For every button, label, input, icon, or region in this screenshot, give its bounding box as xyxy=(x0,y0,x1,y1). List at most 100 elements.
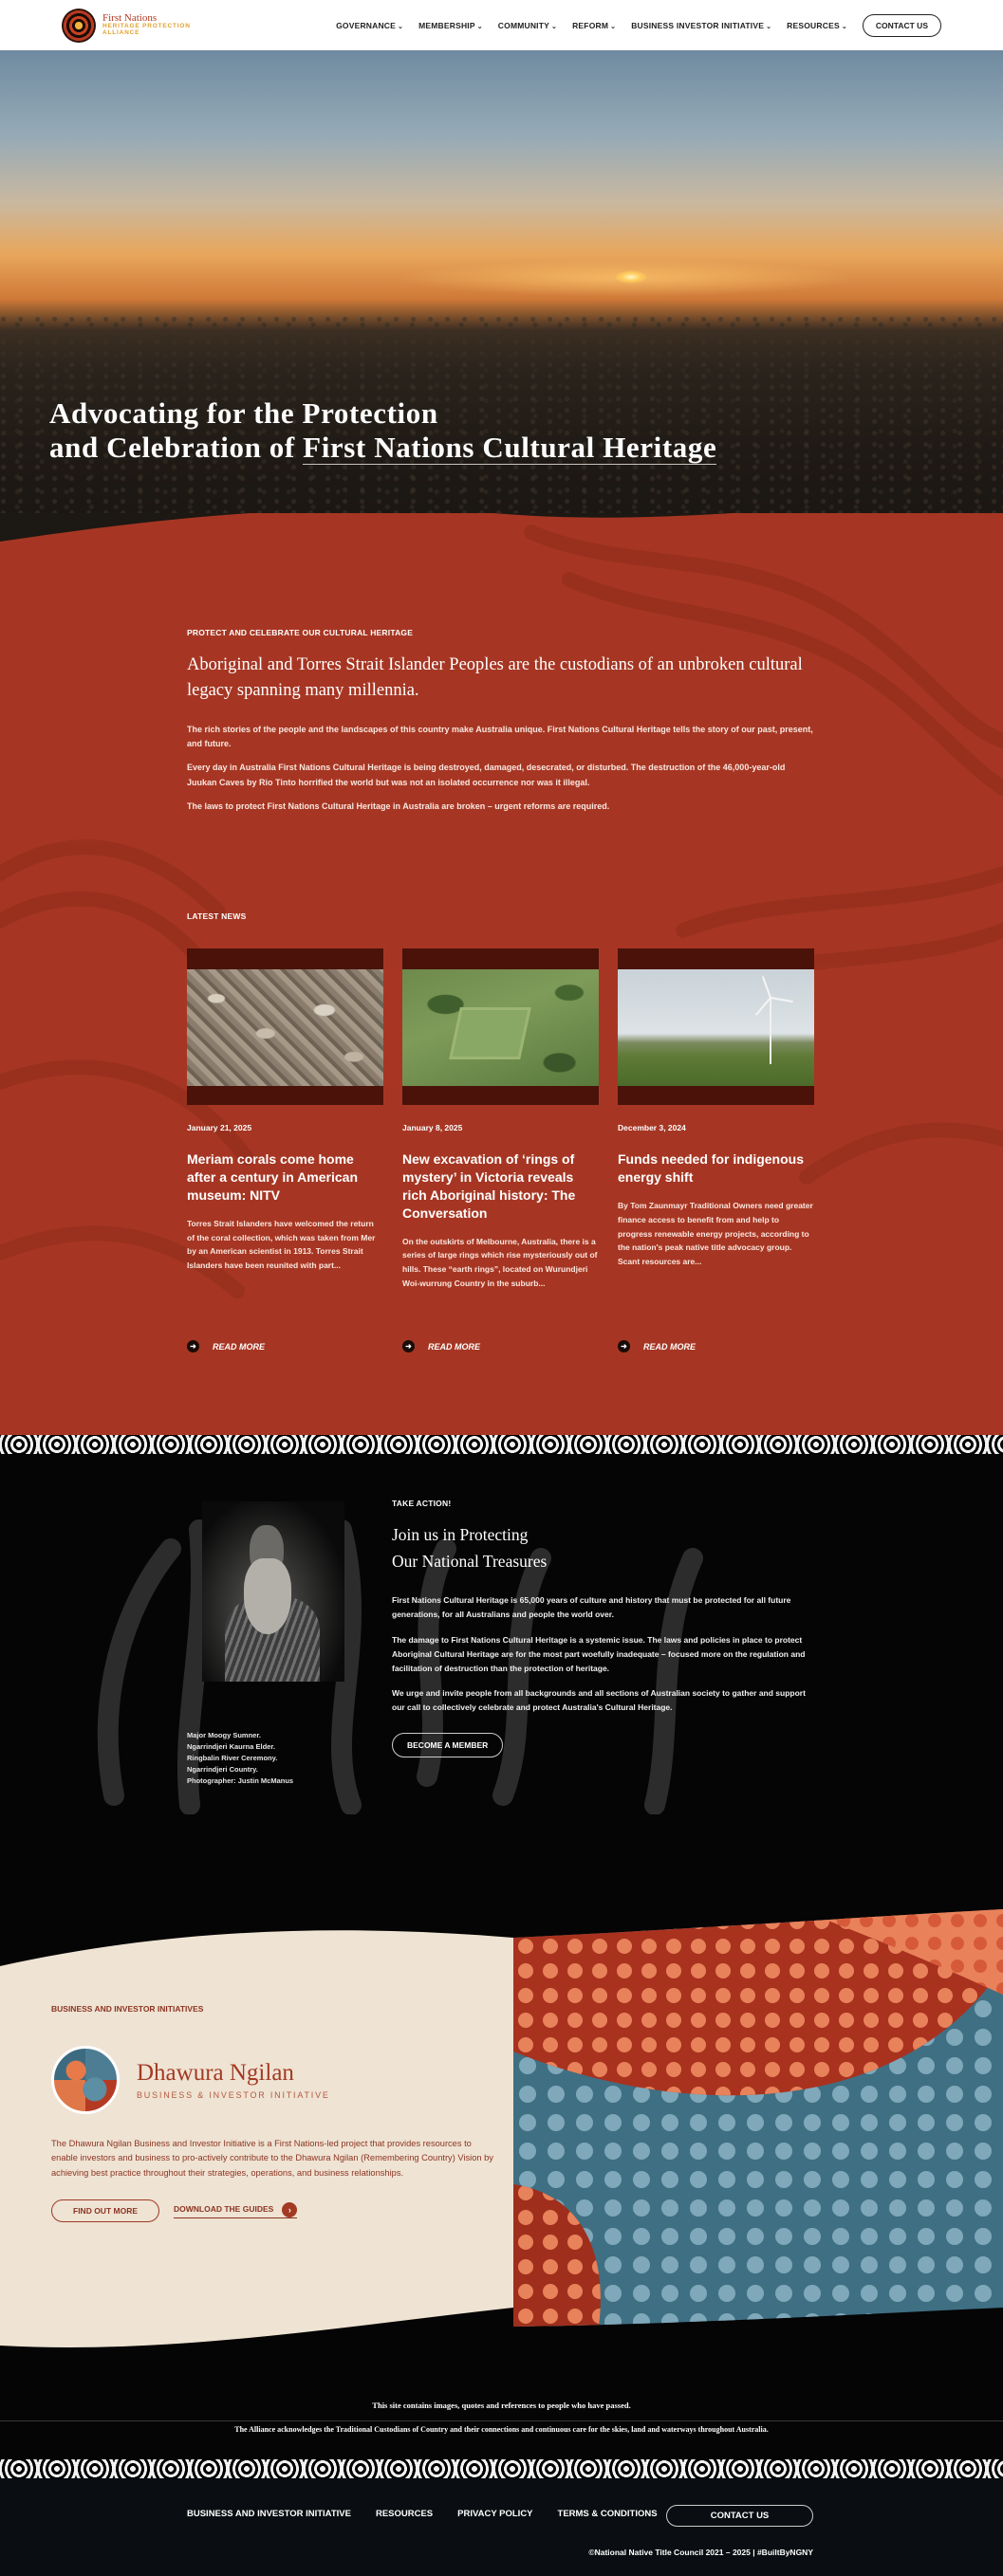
news-card-image[interactable] xyxy=(187,948,383,1105)
chevron-down-icon: ⌄ xyxy=(551,23,558,30)
take-action-title: Join us in Protecting Our National Treas… xyxy=(392,1521,809,1574)
dhawura-name: Dhawura Ngilan xyxy=(137,2060,294,2086)
footer-link-business-investor[interactable]: BUSINESS AND INVESTOR INITIATIVE xyxy=(187,2509,351,2519)
take-action-paragraph-3: We urge and invite people from all backg… xyxy=(392,1688,806,1713)
take-action-paragraph-1: First Nations Cultural Heritage is 65,00… xyxy=(392,1595,791,1619)
read-more-label: READ MORE xyxy=(213,1341,266,1352)
take-action-title-line-1: Join us in Protecting xyxy=(392,1525,529,1544)
read-more-link[interactable]: ➜ READ MORE xyxy=(187,1340,265,1352)
take-action-section: Major Moogy Sumner. Ngarrindjeri Kaurna … xyxy=(0,1435,1003,1909)
news-card-title[interactable]: Meriam corals come home after a century … xyxy=(187,1150,383,1205)
portrait-beard xyxy=(244,1558,291,1634)
site-footer: BUSINESS AND INVESTOR INITIATIVE RESOURC… xyxy=(0,2478,1003,2576)
cultural-pattern-strip xyxy=(0,2459,1003,2478)
footer-nav: BUSINESS AND INVESTOR INITIATIVE RESOURC… xyxy=(187,2509,682,2519)
nav-business-investor[interactable]: BUSINESS INVESTOR INITIATIVE ⌄ xyxy=(631,21,771,30)
nav-resources[interactable]: RESOURCES ⌄ xyxy=(787,21,847,30)
nav-governance[interactable]: GOVERNANCE ⌄ xyxy=(336,21,403,30)
elder-portrait-photo xyxy=(202,1501,344,1682)
find-out-more-button[interactable]: FIND OUT MORE xyxy=(51,2199,159,2222)
news-cards: January 21, 2025 Meriam corals come home… xyxy=(187,948,814,1291)
intro-lead: Aboriginal and Torres Strait Islander Pe… xyxy=(187,655,803,700)
logo-line-3: ALLIANCE xyxy=(102,29,140,37)
caption-line: Photographer: Justin McManus xyxy=(187,1776,294,1785)
intro-news-section: PROTECT AND CELEBRATE OUR CULTURAL HERIT… xyxy=(0,513,1003,1435)
nav-reform-label: REFORM xyxy=(572,20,609,30)
news-card-date: December 3, 2024 xyxy=(618,1123,686,1132)
caption-line: Ngarrindjeri Kaurna Elder. xyxy=(187,1742,275,1751)
read-more-link[interactable]: ➜ READ MORE xyxy=(402,1340,480,1352)
read-more-label: READ MORE xyxy=(643,1341,697,1352)
news-card[interactable]: January 21, 2025 Meriam corals come home… xyxy=(187,948,383,1291)
chevron-down-icon: ⌄ xyxy=(610,23,617,30)
take-action-title-line-2: Our National Treasures xyxy=(392,1552,548,1571)
dhawura-ngilan-logo: Dhawura Ngilan BUSINESS & INVESTOR INITI… xyxy=(51,2046,497,2114)
wind-turbine-tower xyxy=(770,998,771,1064)
header-contact-button[interactable]: CONTACT US xyxy=(862,13,941,37)
download-guides-link[interactable]: DOWNLOAD THE GUIDES › xyxy=(174,2202,298,2219)
news-card-image[interactable] xyxy=(618,948,814,1105)
site-header: First Nations HERITAGE PROTECTION ALLIAN… xyxy=(0,0,1003,50)
news-card-excerpt: On the outskirts of Melbourne, Australia… xyxy=(402,1236,598,1289)
news-card-title[interactable]: Funds needed for indigenous energy shift xyxy=(618,1150,814,1187)
earth-ring-shape xyxy=(449,1007,531,1059)
nav-business-investor-label: BUSINESS INVESTOR INITIATIVE xyxy=(631,20,765,30)
caption-line: Ringbalin River Ceremony. xyxy=(187,1754,278,1762)
intro-paragraph-3: The laws to protect First Nations Cultur… xyxy=(187,800,610,811)
news-card-date: January 21, 2025 xyxy=(187,1123,252,1132)
news-card-date: January 8, 2025 xyxy=(402,1123,463,1132)
footer-link-resources[interactable]: RESOURCES xyxy=(376,2509,433,2519)
notice-section: This site contains images, quotes and re… xyxy=(0,2364,1003,2478)
intro-kicker: PROTECT AND CELEBRATE OUR CULTURAL HERIT… xyxy=(187,628,414,637)
main-nav: GOVERNANCE ⌄ MEMBERSHIP ⌄ COMMUNITY ⌄ REFOR… xyxy=(336,13,941,37)
footer-contact-button[interactable]: CONTACT US xyxy=(666,2505,813,2527)
nav-reform[interactable]: REFORM ⌄ xyxy=(572,21,616,30)
take-action-content: TAKE ACTION! Join us in Protecting Our N… xyxy=(392,1499,809,1758)
turbine-blade xyxy=(761,976,771,999)
chevron-down-icon: ⌄ xyxy=(398,23,404,30)
dhawura-subtitle: BUSINESS & INVESTOR INITIATIVE xyxy=(137,2090,330,2100)
news-card[interactable]: January 8, 2025 New excavation of ‘rings… xyxy=(402,948,599,1291)
dhawura-emblem-icon xyxy=(51,2046,120,2114)
coral-collection-photo xyxy=(187,969,383,1086)
arrow-right-icon: ➜ xyxy=(402,1340,415,1352)
news-card-title[interactable]: New excavation of ‘rings of mystery’ in … xyxy=(402,1150,599,1223)
arrow-right-icon: ➜ xyxy=(187,1340,199,1352)
footer-link-terms[interactable]: TERMS & CONDITIONS xyxy=(558,2509,658,2519)
news-card-image[interactable] xyxy=(402,948,599,1105)
dot-painting-artwork xyxy=(513,1909,1003,2327)
read-more-link[interactable]: ➜ READ MORE xyxy=(618,1340,696,1352)
nav-community[interactable]: COMMUNITY ⌄ xyxy=(498,21,557,30)
acknowledgement-of-country: The Alliance acknowledges the Traditiona… xyxy=(234,2425,769,2434)
nav-membership[interactable]: MEMBERSHIP ⌄ xyxy=(418,21,483,30)
chevron-down-icon: ⌄ xyxy=(476,23,483,30)
intro-paragraph-1: The rich stories of the people and the l… xyxy=(187,724,813,748)
dhawura-wordmark: Dhawura Ngilan BUSINESS & INVESTOR INITI… xyxy=(137,2060,330,2100)
hero-title: Advocating for the Protection and Celebr… xyxy=(49,396,717,466)
photo-caption: Major Moogy Sumner. Ngarrindjeri Kaurna … xyxy=(187,1730,293,1787)
news-card-excerpt: By Tom Zaunmayr Traditional Owners need … xyxy=(618,1200,813,1267)
divider xyxy=(0,2420,1003,2421)
initiative-description: The Dhawura Ngilan Business and Investor… xyxy=(51,2139,493,2178)
hero-title-line-1: Advocating for the Protection xyxy=(49,396,438,430)
alliance-logo-icon xyxy=(62,8,96,43)
footer-link-privacy[interactable]: PRIVACY POLICY xyxy=(457,2509,532,2519)
arrow-right-icon: › xyxy=(282,2202,298,2218)
take-action-paragraph-2: The damage to First Nations Cultural Her… xyxy=(392,1634,806,1673)
cultural-pattern-strip xyxy=(0,1435,1003,1454)
become-member-button[interactable]: BECOME A MEMBER xyxy=(392,1733,504,1758)
hero-title-highlight: First Nations Cultural Heritage xyxy=(303,431,717,466)
caption-line: Major Moogy Sumner. xyxy=(187,1731,261,1739)
intro-paragraph-2: Every day in Australia First Nations Cul… xyxy=(187,763,786,787)
initiative-content: BUSINESS AND INVESTOR INITIATIVES Dhawur… xyxy=(51,2004,497,2222)
news-card[interactable]: December 3, 2024 Funds needed for indige… xyxy=(618,948,814,1291)
deceased-persons-warning: This site contains images, quotes and re… xyxy=(372,2401,631,2410)
site-logo[interactable]: First Nations HERITAGE PROTECTION ALLIAN… xyxy=(62,8,191,43)
arrow-right-icon: ➜ xyxy=(618,1340,630,1352)
wave-divider xyxy=(0,513,734,542)
initiative-kicker: BUSINESS AND INVESTOR INITIATIVES xyxy=(51,2004,204,2014)
download-guides-label: DOWNLOAD THE GUIDES xyxy=(174,2204,274,2215)
turbine-blade xyxy=(770,997,793,1003)
hero-banner: Advocating for the Protection and Celebr… xyxy=(0,50,1003,524)
caption-line: Ngarrindjeri Country. xyxy=(187,1765,258,1774)
